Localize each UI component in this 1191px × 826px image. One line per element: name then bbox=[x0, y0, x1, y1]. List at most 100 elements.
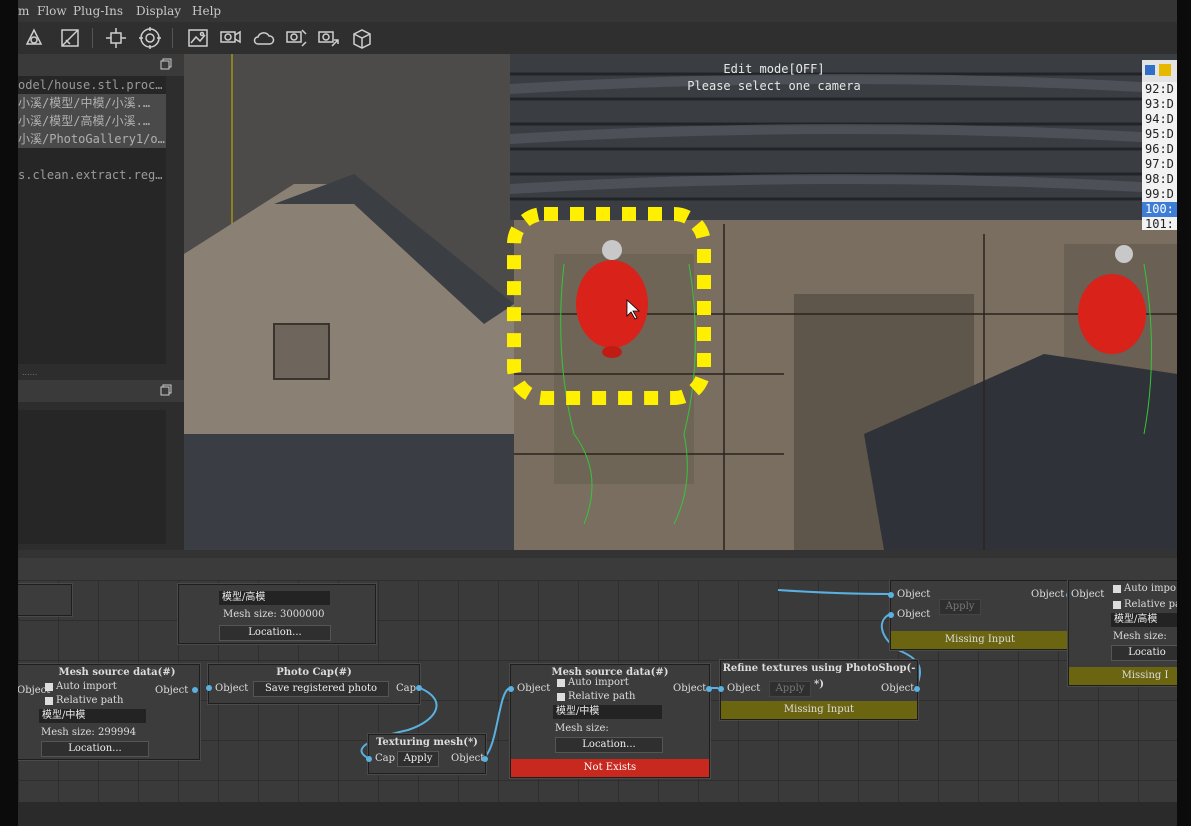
input-port[interactable] bbox=[888, 612, 894, 618]
location-button[interactable]: Location... bbox=[555, 737, 663, 753]
input-port[interactable] bbox=[718, 686, 724, 692]
mesh-source-node-left[interactable]: Mesh source data(#) Object Auto import R… bbox=[18, 664, 200, 760]
texturing-mesh-node[interactable]: Texturing mesh(*) Cap Apply Object bbox=[366, 734, 488, 774]
output-port[interactable] bbox=[416, 685, 422, 691]
camera-item[interactable]: 101: bbox=[1142, 217, 1177, 230]
properties-panel-header bbox=[18, 380, 184, 402]
float-panel-icon[interactable] bbox=[160, 58, 172, 70]
mesh-path-field[interactable]: 模型/中模 bbox=[553, 705, 662, 719]
camera-item[interactable]: 99:D bbox=[1142, 187, 1177, 202]
mesh-path-field[interactable]: 模型/高模 bbox=[1111, 613, 1177, 627]
relative-path-label: Relative pa bbox=[1124, 599, 1177, 610]
apply-button[interactable]: Apply bbox=[397, 751, 439, 767]
transform-icon[interactable] bbox=[104, 26, 128, 50]
input-port-label: Object bbox=[215, 683, 249, 694]
output-port[interactable] bbox=[192, 687, 198, 693]
checkbox[interactable] bbox=[1113, 584, 1121, 593]
mesh-source-node-center[interactable]: Mesh source data(#) Object Auto import R… bbox=[508, 664, 712, 778]
checkbox[interactable] bbox=[557, 678, 565, 687]
menu-item-display[interactable]: Display bbox=[136, 4, 181, 18]
top-apply-node[interactable]: Object Object Apply Missing Input Object bbox=[888, 580, 1072, 650]
edit-mode-status: Edit mode[OFF] bbox=[723, 62, 825, 76]
location-button[interactable]: Location... bbox=[219, 625, 331, 641]
menu-item-m[interactable]: m bbox=[18, 4, 29, 18]
file-item[interactable]: s.clean.extract.reg… bbox=[18, 166, 166, 184]
save-photo-album-button[interactable]: Save registered photo album bbox=[253, 681, 389, 697]
graph-header bbox=[18, 558, 1177, 580]
file-item[interactable]: 小溪/模型/中模/小溪.… bbox=[18, 94, 166, 112]
status-missing-input: Missing Input bbox=[721, 701, 917, 719]
viewport-hint: Please select one camera bbox=[687, 79, 861, 93]
graph-splitter[interactable] bbox=[18, 550, 1177, 558]
checkbox[interactable] bbox=[557, 692, 565, 701]
output-port[interactable] bbox=[706, 686, 712, 692]
partial-node[interactable] bbox=[18, 584, 72, 616]
file-item[interactable]: 小溪/模型/高模/小溪.… bbox=[18, 112, 166, 130]
mesh-size-label: Mesh size: 3000000 bbox=[223, 609, 325, 620]
output-port-label: Object bbox=[155, 685, 189, 696]
cube-icon[interactable] bbox=[350, 26, 374, 50]
output-port-label: Object bbox=[881, 683, 915, 694]
camera-item[interactable]: 96:D bbox=[1142, 142, 1177, 157]
camera-item-selected[interactable]: 100: bbox=[1142, 202, 1177, 217]
output-port[interactable] bbox=[914, 686, 920, 692]
checkbox[interactable] bbox=[45, 696, 53, 705]
image-icon[interactable] bbox=[1159, 64, 1171, 76]
input-port-label: Object bbox=[897, 609, 931, 620]
camera-item[interactable]: 98:D bbox=[1142, 172, 1177, 187]
camera-item[interactable]: 92:D bbox=[1142, 82, 1177, 97]
file-item[interactable]: odel/house.stl.proc… bbox=[18, 76, 166, 94]
relative-path-label: Relative path bbox=[56, 695, 124, 706]
panel-splitter[interactable]: ...... bbox=[22, 368, 37, 377]
mesh-render bbox=[184, 54, 1177, 550]
toolbar bbox=[18, 22, 1177, 54]
output-port-label: Object bbox=[673, 683, 707, 694]
input-port[interactable] bbox=[888, 592, 894, 598]
menu-item-help[interactable]: Help bbox=[192, 4, 221, 18]
3d-viewport[interactable]: Edit mode[OFF] Please select one camera … bbox=[184, 54, 1177, 550]
checkbox[interactable] bbox=[1113, 600, 1121, 609]
auto-import-label: Auto import bbox=[56, 681, 117, 692]
mesh-source-node-right[interactable]: Object Auto impo Relative pa 模型/高模 Mesh … bbox=[1068, 580, 1177, 686]
file-item[interactable] bbox=[18, 148, 166, 166]
input-port[interactable] bbox=[508, 686, 514, 692]
mesh-path-field[interactable]: 模型/高模 bbox=[219, 591, 330, 605]
mesh-path-field[interactable]: 模型/中模 bbox=[39, 709, 146, 723]
status-not-exists: Not Exists bbox=[511, 759, 709, 777]
camera-settings-icon[interactable] bbox=[284, 26, 308, 50]
mesh-source-node-top[interactable]: 模型/高模 Mesh size: 3000000 Location... bbox=[178, 584, 376, 644]
camera-item[interactable]: 94:D bbox=[1142, 112, 1177, 127]
output-port-label: Object bbox=[1031, 589, 1065, 600]
photo-cap-node[interactable]: Photo Cap(#) Object Save registered phot… bbox=[206, 664, 422, 704]
node-title: Mesh source data(#) bbox=[58, 667, 176, 678]
auto-import-label: Auto impo bbox=[1124, 583, 1176, 594]
camera-item[interactable]: 97:D bbox=[1142, 157, 1177, 172]
photo-icon[interactable] bbox=[186, 26, 210, 50]
mesh-size-label: Mesh size: 299994 bbox=[41, 727, 137, 738]
input-port[interactable] bbox=[206, 685, 212, 691]
location-button[interactable]: Locatio bbox=[1111, 645, 1177, 661]
camera-export-icon[interactable] bbox=[316, 26, 340, 50]
pause-icon[interactable] bbox=[1145, 65, 1155, 75]
checkbox[interactable] bbox=[45, 682, 53, 691]
node-graph[interactable]: 模型/高模 Mesh size: 3000000 Location... Mes… bbox=[18, 580, 1177, 802]
input-port[interactable] bbox=[366, 756, 372, 762]
perspective-icon[interactable] bbox=[58, 26, 82, 50]
output-port[interactable] bbox=[482, 756, 488, 762]
menu-item-plugins[interactable]: Plug-Ins bbox=[73, 4, 123, 18]
target-icon[interactable] bbox=[138, 26, 162, 50]
apply-button[interactable]: Apply bbox=[939, 599, 981, 615]
file-item[interactable]: 小溪/PhotoGallery1/o… bbox=[18, 130, 166, 148]
menu-item-flow[interactable]: Flow bbox=[37, 4, 67, 18]
camera-align-icon[interactable] bbox=[218, 26, 242, 50]
camera-item[interactable]: 93:D bbox=[1142, 97, 1177, 112]
float-panel-icon[interactable] bbox=[160, 384, 172, 396]
location-button[interactable]: Location... bbox=[41, 741, 149, 757]
apply-button[interactable]: Apply bbox=[769, 681, 811, 697]
status-missing-input: Missing I bbox=[1069, 667, 1177, 685]
camera-list-toolbar bbox=[1142, 60, 1177, 82]
camera-item[interactable]: 95:D bbox=[1142, 127, 1177, 142]
refine-textures-node[interactable]: Refine textures using PhotoShop(-*) Obje… bbox=[718, 660, 920, 720]
cloud-icon[interactable] bbox=[252, 26, 276, 50]
pointer-tool-icon[interactable] bbox=[22, 26, 46, 50]
